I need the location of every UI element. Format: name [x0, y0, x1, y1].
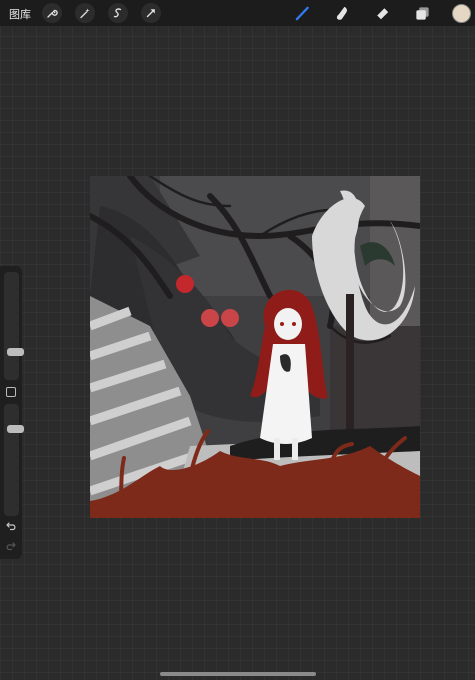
magic-wand-icon: [80, 8, 90, 19]
smudge-icon: [336, 6, 347, 20]
eraser-tool-button[interactable]: [373, 4, 391, 22]
redo-icon: [6, 542, 16, 551]
transform-button[interactable]: [141, 3, 161, 23]
color-picker-swatch[interactable]: [452, 4, 471, 23]
selection-button[interactable]: [108, 3, 128, 23]
layers-button[interactable]: [413, 4, 431, 22]
wrench-icon: [47, 9, 58, 18]
gallery-button[interactable]: 图库: [9, 6, 31, 22]
eraser-icon: [375, 7, 388, 20]
undo-icon: [6, 522, 16, 531]
top-toolbar: 图库: [0, 0, 475, 26]
modify-button[interactable]: [6, 387, 16, 397]
transform-arrow-icon: [146, 9, 155, 18]
layers-icon: [415, 6, 429, 20]
left-sidebar: [0, 266, 24, 559]
actions-wrench-button[interactable]: [42, 3, 62, 23]
opacity-slider[interactable]: [4, 404, 24, 516]
artwork: [90, 176, 420, 518]
smudge-tool-button[interactable]: [333, 4, 351, 22]
undo-button[interactable]: [4, 519, 18, 533]
opacity-thumb[interactable]: [7, 425, 24, 433]
selection-icon: [113, 8, 122, 18]
adjustments-button[interactable]: [75, 3, 95, 23]
home-indicator: [160, 672, 316, 676]
brush-size-slider[interactable]: [4, 272, 24, 380]
drawing-canvas[interactable]: [90, 176, 420, 518]
redo-button[interactable]: [4, 539, 18, 553]
brush-size-thumb[interactable]: [7, 348, 24, 356]
brush-icon: [295, 6, 309, 20]
brush-tool-button[interactable]: [293, 4, 311, 22]
